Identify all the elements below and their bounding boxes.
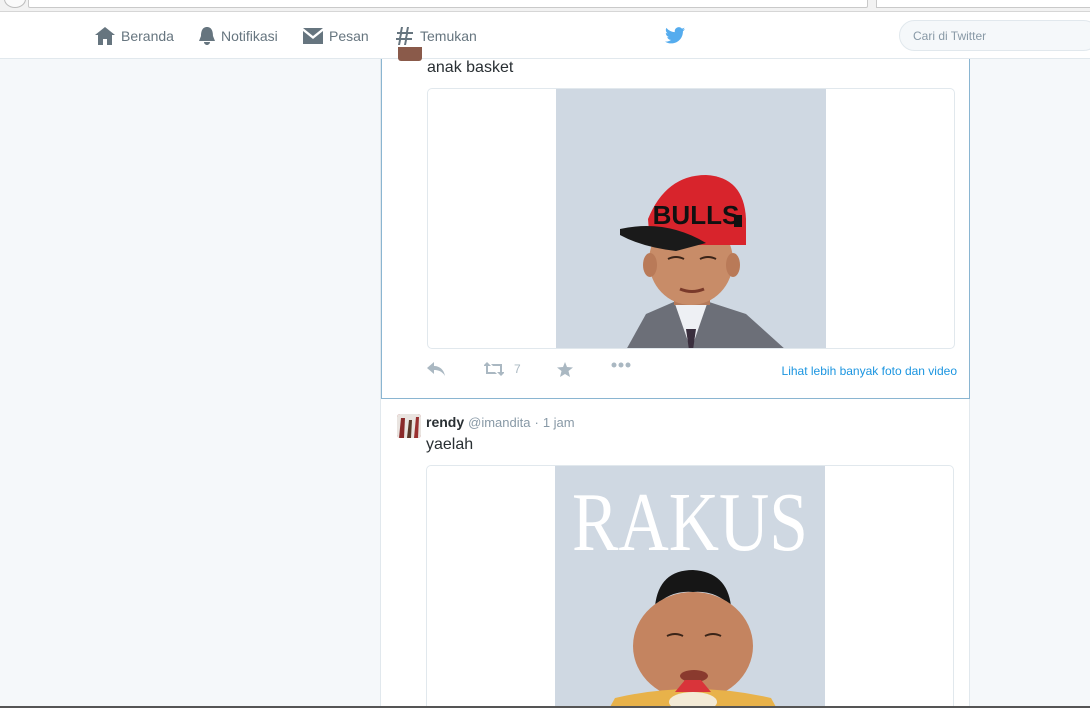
address-bar[interactable] xyxy=(28,0,868,8)
tweet-actions: 7 Lihat lebih banyak foto dan video xyxy=(427,362,957,382)
favorite-button[interactable] xyxy=(557,362,573,377)
home-icon xyxy=(95,27,115,45)
nav-messages-label: Pesan xyxy=(329,28,369,44)
browser-search-bar[interactable] xyxy=(876,0,1090,8)
nav-home[interactable]: Beranda xyxy=(95,24,174,48)
tweet-text: anak basket xyxy=(427,59,514,76)
tweet-header: rendy @imandita · 1 jam xyxy=(426,414,575,430)
bell-icon xyxy=(199,27,215,45)
tweet-media[interactable]: BULLS xyxy=(427,88,955,349)
retweet-button[interactable]: 7 xyxy=(484,362,521,376)
tweet-timestamp[interactable]: 1 jam xyxy=(543,415,575,430)
user-handle[interactable]: @imandita xyxy=(468,415,530,430)
envelope-icon xyxy=(303,28,323,44)
image-caption: RAKUS xyxy=(572,476,808,569)
timeline: anak basket BULLS 7 Lihat lebih banyak f… xyxy=(380,47,970,708)
star-icon xyxy=(557,362,573,377)
separator-dot: · xyxy=(534,415,539,430)
more-dots-icon xyxy=(611,362,631,368)
tweet-media[interactable]: RAKUS xyxy=(426,465,954,708)
reply-icon xyxy=(427,362,445,376)
reply-button[interactable] xyxy=(427,362,445,376)
cap-text: BULLS xyxy=(653,200,740,230)
tweet-photo[interactable]: RAKUS xyxy=(555,466,825,708)
more-media-link[interactable]: Lihat lebih banyak foto dan video xyxy=(782,364,957,378)
nav-notifications-label: Notifikasi xyxy=(221,28,278,44)
twitter-bird-icon[interactable] xyxy=(665,27,685,44)
avatar[interactable] xyxy=(397,414,421,438)
user-name[interactable]: rendy xyxy=(426,414,464,430)
retweet-count: 7 xyxy=(514,362,521,376)
tweet-text: yaelah xyxy=(426,436,474,453)
retweet-icon xyxy=(484,362,504,376)
nav-discover-label: Temukan xyxy=(420,28,477,44)
hashtag-icon xyxy=(396,27,413,45)
more-button[interactable] xyxy=(611,362,631,368)
browser-chrome xyxy=(0,0,1090,12)
tweet-card[interactable]: rendy @imandita · 1 jam yaelah RAKUS xyxy=(381,400,970,708)
search-placeholder: Cari di Twitter xyxy=(913,28,987,43)
avatar[interactable] xyxy=(398,47,422,61)
nav-messages[interactable]: Pesan xyxy=(303,24,369,48)
top-navigation: Beranda Notifikasi Pesan Temukan Cari di… xyxy=(0,12,1090,59)
photo-illustration: BULLS xyxy=(556,89,826,348)
back-button[interactable] xyxy=(4,0,26,8)
nav-discover[interactable]: Temukan xyxy=(396,24,477,48)
tweet-photo[interactable]: BULLS xyxy=(556,89,826,348)
nav-home-label: Beranda xyxy=(121,28,174,44)
search-input[interactable]: Cari di Twitter xyxy=(899,20,1090,51)
photo-illustration: RAKUS xyxy=(555,466,825,708)
tweet-card[interactable]: anak basket BULLS 7 Lihat lebih banyak f… xyxy=(381,47,970,399)
nav-notifications[interactable]: Notifikasi xyxy=(199,24,278,48)
